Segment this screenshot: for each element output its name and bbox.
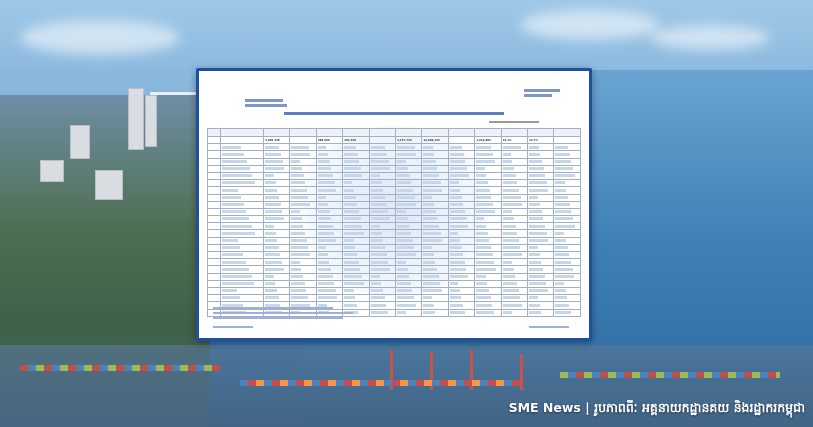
total-cell: 1,016,883 bbox=[474, 135, 502, 145]
table-row bbox=[207, 186, 581, 195]
table-row bbox=[207, 265, 581, 274]
building bbox=[70, 125, 90, 159]
table-row bbox=[207, 243, 581, 253]
table-header-row bbox=[207, 128, 581, 137]
shipping-containers bbox=[560, 372, 780, 378]
table-row bbox=[207, 222, 581, 231]
table-row bbox=[207, 179, 581, 188]
document-subtitle-lettering bbox=[489, 121, 539, 123]
building bbox=[40, 160, 64, 182]
footnote-lettering bbox=[213, 317, 343, 319]
table-row bbox=[207, 200, 581, 209]
table-row bbox=[207, 272, 581, 281]
total-row: 4,005,438 388,689 491,546 3,137,733 12,9… bbox=[207, 135, 581, 145]
building bbox=[95, 170, 123, 200]
total-cell: 16.1% bbox=[500, 135, 529, 145]
footnote-lettering bbox=[213, 312, 353, 314]
table-row bbox=[207, 171, 581, 181]
table-row bbox=[207, 229, 581, 238]
signature-right-lettering bbox=[529, 326, 569, 328]
photo-caption: SME News | រូបភាពពីៈ អគ្គនាយកដ្ឋានគយ និង… bbox=[0, 398, 813, 420]
customs-report-document: 4,005,438 388,689 491,546 3,137,733 12,9… bbox=[199, 71, 589, 338]
cloud bbox=[520, 10, 660, 40]
header-right-lettering bbox=[524, 89, 560, 97]
port-crane bbox=[520, 354, 523, 390]
cloud bbox=[20, 20, 180, 55]
total-cell: 4,005,438 bbox=[262, 135, 291, 145]
table-row bbox=[207, 215, 581, 224]
table-row bbox=[207, 164, 581, 173]
table-row bbox=[207, 207, 581, 217]
caption-brand: SME News bbox=[508, 399, 581, 415]
shipping-containers bbox=[20, 365, 220, 371]
table-row bbox=[207, 157, 581, 166]
building bbox=[145, 95, 157, 147]
cloud bbox=[650, 25, 770, 50]
building bbox=[128, 88, 144, 150]
total-cell: 3,137,733 bbox=[395, 135, 423, 145]
table-row bbox=[207, 150, 581, 159]
document-title-lettering bbox=[269, 112, 519, 115]
caption-separator: | bbox=[580, 399, 595, 415]
total-cell: 388,689 bbox=[315, 135, 344, 145]
total-cell: 12,966,125 bbox=[421, 135, 449, 145]
footnote-lettering bbox=[213, 307, 333, 309]
table-row bbox=[207, 236, 581, 245]
table-row bbox=[207, 294, 581, 303]
shipping-containers bbox=[240, 380, 520, 386]
document-frame: 4,005,438 388,689 491,546 3,137,733 12,9… bbox=[196, 68, 592, 341]
total-cell: 13.7% bbox=[527, 135, 555, 145]
total-cell: 491,546 bbox=[342, 135, 370, 145]
signature-left-lettering bbox=[213, 326, 253, 328]
trade-statistics-table: 4,005,438 388,689 491,546 3,137,733 12,9… bbox=[207, 128, 581, 317]
table-row bbox=[207, 258, 581, 267]
table-row bbox=[207, 279, 581, 288]
table-row bbox=[207, 286, 581, 296]
header-left-lettering bbox=[245, 99, 287, 107]
caption-text: SME News | រូបភាពពីៈ អគ្គនាយកដ្ឋានគយ និង… bbox=[509, 400, 813, 419]
table-row bbox=[207, 193, 581, 202]
caption-credit: រូបភាពពីៈ អគ្គនាយកដ្ឋានគយ និងរដ្ឋាករកម្ព… bbox=[594, 399, 805, 415]
table-row bbox=[207, 250, 581, 260]
table-row bbox=[207, 143, 581, 152]
